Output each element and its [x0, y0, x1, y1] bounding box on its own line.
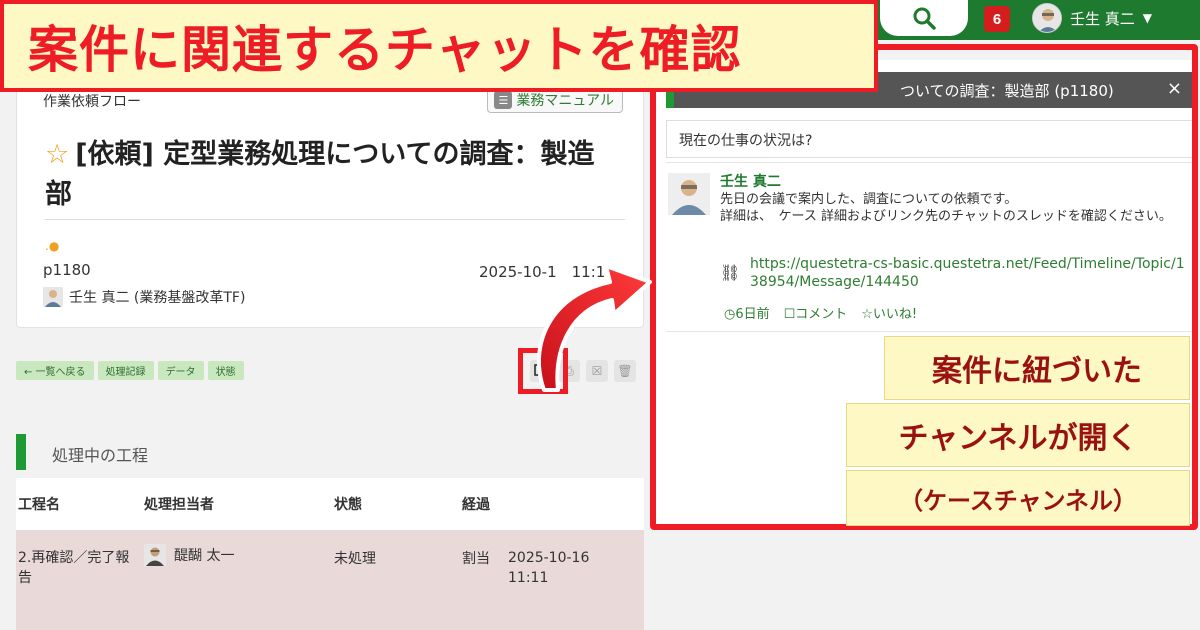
avatar	[144, 544, 166, 566]
search-icon	[913, 7, 936, 30]
task-user: 壬生 真二 (業務基盤改革TF)	[43, 287, 245, 307]
column-header: 経過	[462, 497, 490, 513]
star-icon[interactable]: ☆	[45, 139, 69, 170]
elapsed-label: 割当	[462, 551, 490, 567]
table-header: 工程名 処理担当者 状態 経過	[16, 478, 644, 530]
step-name: 2.再確認／完了報告	[18, 550, 130, 586]
elapsed-time: 2025-10-16 11:11	[508, 550, 590, 586]
manual-icon: ☰	[494, 91, 513, 109]
step-status: 未処理	[334, 551, 376, 567]
section-title: 処理中の工程	[52, 446, 149, 465]
callout-label: 案件に紐づいた	[884, 336, 1190, 400]
task-user-name: 壬生 真二 (業務基盤改革TF)	[69, 290, 246, 306]
chevron-down-icon: ▼	[1142, 11, 1153, 25]
tab-history[interactable]: 処理記録	[97, 361, 154, 380]
process-table: 工程名 処理担当者 状態 経過 2.再確認／完了報告 醍醐 太一 未処理 割当 …	[16, 478, 644, 630]
notification-badge[interactable]: 6	[984, 6, 1010, 32]
user-name: 壬生 真二	[1070, 9, 1135, 28]
tab-back-to-list[interactable]: ← 一覧へ戻る	[16, 361, 94, 380]
page-title: [依頼] 定型業務処理についての調査：製造部	[45, 139, 595, 210]
user-menu[interactable]: 壬生 真二 ▼	[1032, 2, 1152, 34]
process-id: p1180	[43, 261, 91, 279]
status-dot: .●	[45, 239, 60, 253]
table-row[interactable]: 2.再確認／完了報告 醍醐 太一 未処理 割当 2025-10-16 11:11	[16, 530, 644, 630]
screenshot-stage: 6 壬生 真二 ▼ 作業依頼フロー ☰ 業務マニュアル ☆ [依頼] 定型業務処理…	[0, 0, 1200, 630]
divider	[45, 219, 625, 220]
section-accent-bar	[16, 434, 26, 470]
tab-state[interactable]: 状態	[207, 361, 244, 380]
nav-tabs: ← 一覧へ戻る 処理記録 データ 状態	[16, 361, 244, 380]
process-section-header: 処理中の工程	[16, 432, 644, 472]
callout-label: チャンネルが開く	[846, 403, 1190, 467]
curved-arrow	[536, 264, 652, 392]
manual-button-label: 業務マニュアル	[516, 93, 614, 109]
flow-name: 作業依頼フロー	[43, 94, 141, 110]
callout-label: （ケースチャンネル）	[846, 470, 1190, 526]
search-button[interactable]	[880, 0, 968, 36]
avatar	[43, 287, 63, 307]
column-header: 状態	[334, 497, 362, 513]
headline-banner: 案件に関連するチャットを確認	[0, 0, 878, 92]
column-header: 工程名	[18, 497, 60, 513]
tab-data[interactable]: データ	[157, 361, 204, 380]
assignee: 醍醐 太一	[144, 544, 234, 566]
task-title-block: ☆ [依頼] 定型業務処理についての調査：製造部	[45, 135, 605, 215]
column-header: 処理担当者	[144, 497, 214, 513]
avatar	[1032, 3, 1062, 33]
assignee-name: 醍醐 太一	[174, 548, 235, 564]
